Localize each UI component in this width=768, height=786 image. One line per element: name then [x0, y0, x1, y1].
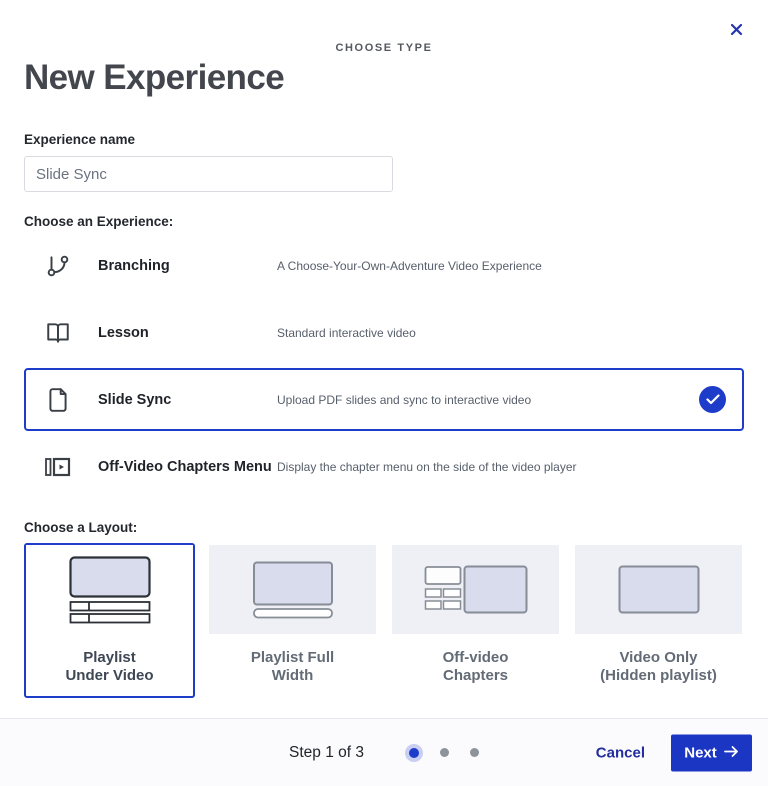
page-title: New Experience: [24, 58, 744, 98]
chapters-player-icon: [44, 453, 72, 481]
close-icon: [730, 23, 743, 41]
experience-option-title: Off-Video Chapters Menu: [98, 459, 277, 475]
file-icon: [44, 386, 72, 414]
experience-name-input[interactable]: [24, 156, 393, 192]
experience-option-lesson[interactable]: Lesson Standard interactive video: [24, 301, 744, 364]
experience-option-description: A Choose-Your-Own-Adventure Video Experi…: [277, 259, 542, 273]
next-button[interactable]: Next: [671, 734, 752, 771]
selected-check-icon: [699, 386, 726, 413]
experience-option-description: Upload PDF slides and sync to interactiv…: [277, 393, 531, 407]
experience-option-description: Standard interactive video: [277, 326, 416, 340]
arrow-right-icon: [724, 744, 739, 761]
modal-content: New Experience Experience name Choose an…: [0, 0, 768, 698]
step-dot-2: [440, 748, 449, 757]
step-dots: [388, 748, 479, 758]
layout-option-label: Playlist Full Width: [209, 649, 376, 684]
experience-option-title: Lesson: [98, 325, 277, 341]
choose-experience-label: Choose an Experience:: [24, 214, 744, 229]
experience-list: Branching A Choose-Your-Own-Adventure Vi…: [24, 234, 744, 498]
step-text: Step 1 of 3: [289, 744, 364, 762]
layout-option-video-only[interactable]: Video Only (Hidden playlist): [573, 543, 744, 698]
layout-diagram-video-only: [575, 545, 742, 634]
layout-option-label: Playlist Under Video: [26, 649, 193, 684]
layout-grid: Playlist Under Video Playlist Full Width: [24, 543, 744, 698]
layout-option-off-video-chapters[interactable]: Off-video Chapters: [390, 543, 561, 698]
next-button-label: Next: [684, 744, 717, 761]
layout-option-playlist-under-video[interactable]: Playlist Under Video: [24, 543, 195, 698]
experience-option-title: Branching: [98, 258, 277, 274]
experience-option-title: Slide Sync: [98, 392, 277, 408]
footer-actions: Cancel Next: [590, 734, 752, 771]
modal-eyebrow: CHOOSE TYPE: [0, 42, 768, 54]
close-button[interactable]: [728, 24, 744, 40]
layout-option-playlist-full-width[interactable]: Playlist Full Width: [207, 543, 378, 698]
modal-footer: Step 1 of 3 Cancel Next: [0, 718, 768, 786]
experience-option-branching[interactable]: Branching A Choose-Your-Own-Adventure Vi…: [24, 234, 744, 297]
cancel-button[interactable]: Cancel: [590, 743, 651, 762]
layout-option-label: Video Only (Hidden playlist): [575, 649, 742, 684]
step-dot-3: [470, 748, 479, 757]
git-branch-icon: [44, 252, 72, 280]
new-experience-modal: CHOOSE TYPE New Experience Experience na…: [0, 0, 768, 786]
experience-option-off-video-chapters-menu[interactable]: Off-Video Chapters Menu Display the chap…: [24, 435, 744, 498]
layout-option-label: Off-video Chapters: [392, 649, 559, 684]
layout-diagram-playlist-full-width: [209, 545, 376, 634]
layout-diagram-off-video-chapters: [392, 545, 559, 634]
experience-option-description: Display the chapter menu on the side of …: [277, 460, 577, 474]
step-dot-1-active: [409, 748, 419, 758]
layout-diagram-playlist-under-video: [26, 545, 193, 634]
experience-name-label: Experience name: [24, 132, 744, 147]
choose-layout-label: Choose a Layout:: [24, 520, 744, 535]
step-indicator: Step 1 of 3: [289, 744, 479, 762]
open-book-icon: [44, 319, 72, 347]
experience-option-slide-sync[interactable]: Slide Sync Upload PDF slides and sync to…: [24, 368, 744, 431]
